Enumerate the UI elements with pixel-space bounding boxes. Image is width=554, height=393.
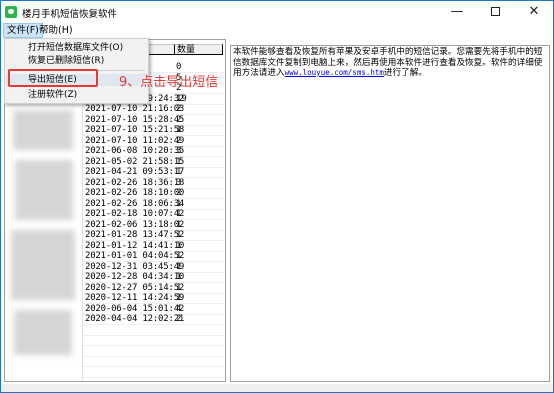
table-row[interactable]: 2020-06-04 15:01:42 4 <box>5 303 225 315</box>
count-cell: 1 <box>176 293 182 303</box>
count-cell: 1 <box>176 125 182 135</box>
table-row[interactable]: 2021-02-06 13:18:02 1 <box>5 219 225 231</box>
time-cell: 2021-02-18 10:07:42 <box>85 209 185 219</box>
time-cell: 2020-12-27 05:14:52 <box>85 282 185 293</box>
row-divider <box>83 345 225 346</box>
time-cell: 2021-06-08 10:20:35 <box>85 146 185 156</box>
table-row[interactable]: 2021-02-26 18:10:00 2 <box>5 188 225 199</box>
info-text-end: 进行了解。 <box>383 68 427 78</box>
table-row[interactable]: 2021-01-28 13:47:52 1 <box>5 230 225 241</box>
title-bar: 楼月手机短信恢复软件 — ✕ <box>1 1 553 23</box>
count-cell: 1 <box>176 272 182 282</box>
table-row[interactable]: 2021-07-10 11:02:49 2 <box>5 135 225 147</box>
menu-bar: 文件(F) 帮助(H) <box>1 23 553 38</box>
table-row[interactable]: 2020-12-11 14:24:59 1 <box>5 293 225 304</box>
time-cell: 2021-07-10 11:02:49 <box>85 135 185 146</box>
time-cell: 2021-07-10 15:28:45 <box>85 114 185 125</box>
time-cell: 2021-01-12 14:41:10 <box>85 240 185 251</box>
time-cell: 2021-02-26 18:06:34 <box>85 198 185 209</box>
table-row[interactable]: 2021-07-10 21:16:03 2 <box>5 104 225 115</box>
count-cell: 1 <box>176 156 182 167</box>
time-cell: 2021-01-28 13:47:52 <box>85 230 185 240</box>
menu-open-database[interactable]: 打开短信数据库文件(O) <box>6 42 147 54</box>
time-cell: 2021-07-10 15:21:58 <box>85 125 185 135</box>
table-row[interactable]: 2021-02-26 18:36:18 3 <box>5 177 225 189</box>
row-divider <box>83 324 225 325</box>
time-cell: 2020-04-04 12:02:21 <box>85 314 185 324</box>
table-row[interactable]: 2021-01-12 14:41:10 1 <box>5 240 225 252</box>
menu-register[interactable]: 注册软件(Z) <box>6 89 147 101</box>
maximize-button[interactable] <box>476 1 514 23</box>
minimize-button[interactable]: — <box>438 1 476 23</box>
menu-recover-deleted[interactable]: 恢复已删除短信(R) <box>6 55 147 67</box>
count-cell: 2 <box>176 314 182 324</box>
time-cell: 2021-02-26 18:36:18 <box>85 177 185 188</box>
menu-help[interactable]: 帮助(H) <box>36 23 76 38</box>
count-cell: 3 <box>176 177 182 188</box>
maximize-icon <box>490 7 500 16</box>
count-cell: 4 <box>176 303 182 314</box>
count-cell: 1 <box>176 198 182 209</box>
count-cell: 1 <box>176 251 182 261</box>
count-cell: 1 <box>176 167 182 177</box>
status-strip <box>1 384 553 392</box>
count-cell: 1 <box>176 261 182 272</box>
count-cell: 2 <box>176 188 182 198</box>
table-row[interactable]: 2021-01-01 04:04:52 1 <box>5 251 225 262</box>
table-row[interactable]: 2021-05-02 21:58:15 1 <box>5 156 225 168</box>
time-cell: 2020-12-11 14:24:59 <box>85 293 185 303</box>
time-cell: 2020-12-28 04:34:10 <box>85 272 185 282</box>
time-cell: 2021-02-26 18:10:00 <box>85 188 185 198</box>
info-panel: 本软件能够查看及恢复所有苹果及安卓手机中的短信记录。您需要先将手机中的短信数据库… <box>230 45 550 382</box>
table-row[interactable]: 2021-04-21 09:53:17 1 <box>5 167 225 178</box>
time-cell: 2021-07-10 21:16:03 <box>85 104 185 114</box>
table-row[interactable]: 2020-04-04 12:02:21 2 <box>5 314 225 325</box>
window-title: 楼月手机短信恢复软件 <box>22 9 118 20</box>
export-highlight-box <box>8 69 98 87</box>
table-row[interactable]: 2020-12-28 04:34:10 1 <box>5 272 225 283</box>
count-cell: 1 <box>176 230 182 240</box>
time-cell: 2021-05-02 21:58:15 <box>85 156 185 167</box>
count-cell: 2 <box>176 104 182 114</box>
count-cell: 19 <box>176 93 187 104</box>
table-row[interactable]: 2021-02-18 10:07:42 1 <box>5 209 225 220</box>
row-divider <box>83 376 225 378</box>
count-cell: 1 <box>176 209 182 219</box>
time-cell: 2021-01-01 04:04:52 <box>85 251 185 261</box>
count-cell: 1 <box>176 282 182 293</box>
time-cell: 2020-06-04 15:01:42 <box>85 303 185 314</box>
column-header-count[interactable]: 数量 <box>175 44 223 55</box>
count-cell: 1 <box>176 240 182 251</box>
close-button[interactable]: ✕ <box>515 1 553 23</box>
time-cell: 2020-12-31 03:45:49 <box>85 261 185 272</box>
row-divider <box>83 366 225 367</box>
table-row[interactable]: 2021-07-10 15:21:58 1 <box>5 125 225 136</box>
table-row[interactable]: 2021-02-26 18:06:34 1 <box>5 198 225 210</box>
table-row[interactable]: 2021-07-10 15:28:45 2 <box>5 114 225 126</box>
table-row[interactable]: 2020-12-31 03:45:49 1 <box>5 261 225 273</box>
count-cell: 2 <box>176 114 182 125</box>
app-window: 楼月手机短信恢复软件 — ✕ 文件(F) 帮助(H) 数量 0...:035..… <box>0 0 554 393</box>
count-cell: 1 <box>176 219 182 230</box>
time-cell: 2021-04-21 09:53:17 <box>85 167 185 177</box>
count-cell: 2 <box>176 135 182 146</box>
website-link[interactable]: www.louyue.com/sms.htm <box>285 68 384 77</box>
app-icon <box>5 6 17 18</box>
row-divider <box>83 334 225 336</box>
table-row[interactable]: 2021-06-08 10:20:35 3 <box>5 146 225 157</box>
table-row[interactable]: 2020-12-27 05:14:52 1 <box>5 282 225 294</box>
count-cell: 3 <box>176 146 182 156</box>
row-divider <box>83 355 225 357</box>
time-cell: 2021-02-06 13:18:02 <box>85 219 185 230</box>
step-annotation: 9、点击导出短信 <box>119 75 219 90</box>
